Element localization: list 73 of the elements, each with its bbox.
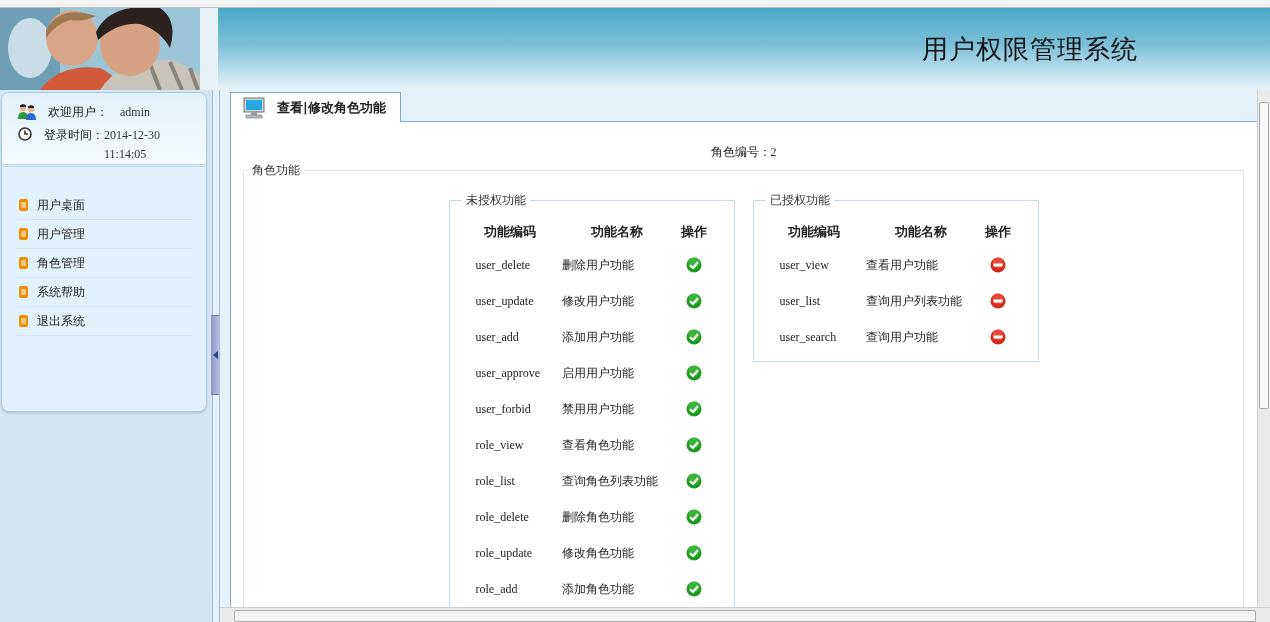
function-code: user_search [779, 329, 837, 344]
function-code: role_add [475, 581, 518, 596]
sidebar-item[interactable]: 退出系统 [15, 307, 193, 336]
column-header: 功能编码 [482, 223, 537, 241]
remove-icon[interactable] [989, 329, 1006, 345]
check-icon[interactable] [685, 293, 702, 309]
function-name: 添加角色功能 [561, 581, 634, 596]
horizontal-scrollbar[interactable] [220, 607, 1270, 622]
function-name: 启用用户功能 [561, 365, 634, 380]
check-icon[interactable] [685, 581, 702, 597]
role-number-label: 角色编号： [710, 145, 771, 159]
check-icon[interactable] [685, 545, 702, 561]
check-icon[interactable] [685, 473, 702, 489]
monitor-icon [243, 96, 265, 119]
arrow-left-icon [212, 351, 218, 359]
function-name: 查询角色列表功能 [561, 473, 658, 488]
function-code: role_delete [475, 509, 529, 524]
function-code: user_delete [475, 257, 531, 272]
function-code: role_update [475, 545, 533, 560]
function-name: 查看角色功能 [561, 437, 634, 452]
remove-icon[interactable] [989, 293, 1006, 309]
column-header: 功能名称 [589, 223, 644, 241]
function-code: role_view [475, 437, 524, 452]
column-header: 功能编码 [786, 223, 841, 241]
group-legend: 未授权功能 [461, 192, 530, 209]
tab[interactable]: 查看|修改角色功能 [230, 92, 401, 122]
vertical-scrollbar[interactable] [1257, 90, 1270, 607]
check-icon[interactable] [685, 257, 702, 273]
users-icon [18, 104, 36, 120]
list-icon [19, 228, 28, 240]
function-code: role_list [475, 473, 515, 488]
function-code: user_add [475, 329, 519, 344]
check-icon[interactable] [685, 329, 702, 345]
app-title: 用户权限管理系统 [922, 32, 1138, 66]
welcome-label: 欢迎用户： [48, 103, 108, 121]
function-name: 修改用户功能 [561, 293, 634, 308]
function-name: 删除角色功能 [561, 509, 634, 524]
list-icon [19, 257, 28, 269]
sidebar-item[interactable]: 角色管理 [15, 249, 193, 278]
function-name: 添加用户功能 [561, 329, 634, 344]
column-header: 操作 [983, 223, 1012, 241]
list-icon [19, 315, 28, 327]
check-icon[interactable] [685, 437, 702, 453]
function-code: user_forbid [475, 401, 531, 416]
function-name: 禁用用户功能 [561, 401, 634, 416]
function-name: 查询用户功能 [865, 329, 938, 344]
remove-icon[interactable] [989, 257, 1006, 273]
sidebar-item[interactable]: 系统帮助 [15, 278, 193, 307]
function-name: 修改角色功能 [561, 545, 634, 560]
function-name: 删除用户功能 [561, 257, 634, 272]
check-icon[interactable] [685, 401, 702, 417]
column-header: 操作 [679, 223, 708, 241]
login-time: 2014-12-30 11:14:05 [104, 127, 161, 163]
list-icon [19, 286, 28, 298]
column-header: 功能名称 [893, 223, 948, 241]
function-name: 查询用户列表功能 [865, 293, 962, 308]
login-time-label: 登录时间： [44, 128, 104, 142]
group-legend: 角色功能 [248, 162, 304, 179]
collapse-handle[interactable] [211, 315, 219, 395]
function-code: user_list [779, 293, 821, 308]
function-code: user_approve [475, 365, 541, 380]
function-name: 查看用户功能 [865, 257, 938, 272]
check-icon[interactable] [685, 365, 702, 381]
sidebar-item[interactable]: 用户桌面 [15, 191, 193, 220]
username: admin [120, 104, 150, 120]
sidebar-item[interactable]: 用户管理 [15, 220, 193, 249]
list-icon [19, 199, 28, 211]
group-legend: 已授权功能 [765, 192, 834, 209]
function-code: user_view [779, 257, 829, 272]
clock-icon [18, 127, 32, 141]
function-code: user_update [475, 293, 534, 308]
check-icon[interactable] [685, 509, 702, 525]
role-number: 2 [770, 145, 777, 159]
